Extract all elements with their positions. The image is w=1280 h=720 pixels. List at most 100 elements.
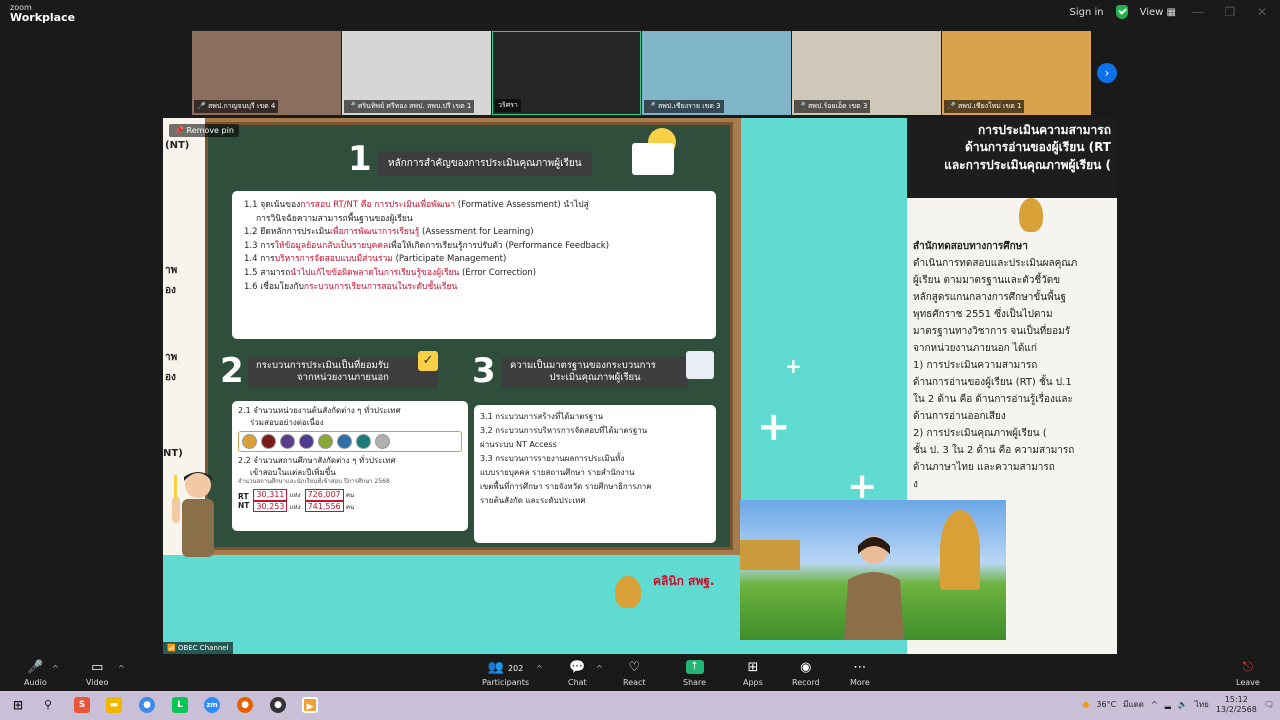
firefox-icon[interactable]: ● [237,697,253,713]
camera-icon: ▭ [91,660,104,675]
left-peek-text: อง [165,372,176,383]
audio-caret-icon[interactable]: ^ [52,664,59,673]
chat-caret-icon[interactable]: ^ [596,664,603,673]
chat-label: Chat [568,678,587,687]
participant-name-text: สพป.เชียงราย เขต 3 [657,102,721,110]
section1-item-text: 1.5 สามารถ [244,267,291,278]
nt-students: 741,556 [304,500,344,513]
right-body-line: ด้านการอ่านของผู้เรียน (RT) ชั้น ป.1 [913,377,1072,388]
audio-button[interactable]: 🎤 Audio [24,660,47,687]
participant-thumbnail[interactable]: 🎤 สพป.เชียงราย เขต 3 [642,31,791,115]
signin-link[interactable]: Sign in [1070,7,1104,18]
maximize-icon[interactable]: ❐ [1220,5,1240,19]
left-peek-text: าพ [165,265,178,276]
rt-school-unit: แห่ง [289,492,301,500]
participant-thumbnail[interactable]: 🎤 สพป.เชียงใหม่ เขต 1 [942,31,1091,115]
right-slide-header: การประเมินความสามารถ ด้านการอ่านของผู้เรี… [907,118,1117,198]
minimize-icon[interactable]: — [1188,5,1208,19]
section1-item-text: (Formative Assessment) นำไปสู่ [455,200,589,210]
active-app-icon[interactable]: ▶ [302,697,318,713]
mic-muted-icon: 🎤 [647,102,658,110]
chat-button[interactable]: 💬 Chat [568,660,587,687]
section3-number: 3 [472,351,496,391]
participant-thumbnail[interactable]: 🎤 ศรินทิพย์ ศรีทอง สพป. สพบ.ปรี เขต 1 [342,31,491,115]
app-s-icon[interactable]: S [74,697,90,713]
participants-caret-icon[interactable]: ^ [536,664,543,673]
right-body-line: พุทธศักราช 2551 ซึ่งเป็นไปตาม [913,309,1053,320]
record-button[interactable]: ◉ Record [792,660,820,687]
shared-screen: (NT) าพ อง าพ อง NT) 📌 Remove pin 1 หลัก… [163,118,1117,654]
presenter-video[interactable] [740,500,1006,640]
share-button[interactable]: ↑ Share [683,660,706,687]
section3-line: 3.2 กระบวนการบริหารการจัดสอบที่ได้มาตรฐา… [480,426,648,435]
section1-item-text: (Participate Management) [392,254,507,265]
right-body-line: สำนักทดสอบทางการศึกษา [913,241,1028,252]
participant-name: 🎤 สพป.เชียงราย เขต 3 [644,100,724,113]
right-body-line: ใน 2 ด้าน คือ ด้านการอ่านรู้เรื่องและ [913,394,1073,405]
language-indicator[interactable]: ไทย [1195,698,1209,711]
section3-line: 3.1 กระบวนการสร้างที่ได้มาตรฐาน [480,412,604,421]
section1-item-text: การสอบ RT/NT คือ การประเมินเพื่อพัฒนา [300,200,456,210]
left-peek-nt: (NT) [165,140,190,151]
nt-student-unit: คน [346,503,355,511]
right-body-line: ด้านภาษาไทย และความสามารถ [913,462,1055,473]
view-button[interactable]: View ▦ [1140,7,1176,18]
video-button[interactable]: ▭ Video [86,660,108,687]
line-icon[interactable]: L [172,697,188,713]
right-body-line: 2) การประเมินคุณภาพผู้เรียน ( [913,428,1047,439]
participants-button[interactable]: 👥 202 Participants [482,660,529,687]
search-icon[interactable]: ⚲ [40,697,56,713]
section1-item-text: ให้ข้อมูลย้อนกลับเป็นรายบุคคล [274,240,389,251]
record-icon: ◉ [800,660,812,675]
participant-thumbnail[interactable]: วริศรา [492,31,641,115]
section3-line: ผ่านระบบ NT Access [480,440,557,449]
close-icon[interactable]: ✕ [1252,5,1272,19]
tray-chevron-icon[interactable]: ^ [1151,700,1158,709]
network-icon[interactable]: ▂ [1165,700,1171,709]
remove-pin-button[interactable]: 📌 Remove pin [169,124,239,137]
participant-thumbnail[interactable]: 🎤 สพป.ร้อยเอ็ด เขต 3 [792,31,941,115]
video-label: Video [86,678,109,687]
volume-icon[interactable]: 🔊 [1178,700,1188,709]
obs-icon[interactable]: ● [270,697,286,713]
shield-check-icon[interactable] [1115,5,1128,19]
mic-muted-icon: 🎤 [947,102,958,110]
section1-item: 1.5 สามารถนำไปแก้ไขข้อผิดพลาดในการเรียนร… [244,267,704,281]
left-peek-text: อง [165,285,176,296]
windows-taskbar: ⊞ ⚲ S ▬ ● L zm ● ● ▶ ● 36°C มีแดด ^ ▂ 🔊 … [0,691,1280,720]
agency-logo-icon [356,434,371,450]
chrome-icon[interactable]: ● [139,697,155,713]
participant-name: วริศรา [495,99,521,112]
more-label: More [850,678,870,687]
apps-button[interactable]: ⊞ Apps [743,660,763,687]
rt-schools: 30,311 [253,489,288,501]
notification-icon[interactable]: 🗨 [1264,700,1274,709]
participant-name-text: สพป.กาญจนบุรี เขต 4 [207,102,276,110]
participant-name-text: วริศรา [498,101,518,109]
section1-item-text: 1.6 เชื่อมโยงกับ [244,281,304,292]
remove-pin-label: Remove pin [186,126,234,135]
clinic-logo: คลินิก สพฐ. [653,574,715,588]
section1-card: 1.1 จุดเน้นของการสอบ RT/NT คือ การประเมิ… [232,191,716,339]
folder-icon[interactable]: ▬ [106,697,122,713]
participant-name-text: สพป.เชียงใหม่ เขต 1 [957,102,1022,110]
windows-start-icon[interactable]: ⊞ [10,697,26,713]
video-caret-icon[interactable]: ^ [118,664,125,673]
obec-seal-icon [1019,198,1043,232]
agency-logo-icon [242,434,257,450]
next-page-icon[interactable]: › [1097,63,1117,83]
section1-item-text: 1.2 ยึดหลักการประเมิน [244,227,331,238]
agency-logos [238,431,462,453]
leave-button[interactable]: ⎋ Leave [1236,660,1260,687]
section1-item: 1.3 การให้ข้อมูลย้อนกลับเป็นรายบุคคลเพื่… [244,240,704,254]
section1-item-text: เพื่อให้เกิดการเรียนรู้การปรับตัว (Perfo… [388,240,610,251]
participant-thumbnail[interactable]: 🎤 สพป.กาญจนบุรี เขต 4 [192,31,341,115]
section3-line: รายต้นสังกัด และระดับประเทศ [480,496,586,505]
more-button[interactable]: ⋯ More [850,660,870,687]
zoom-taskbar-icon[interactable]: zm [204,697,220,713]
weather-temp[interactable]: 36°C [1096,700,1116,709]
right-slide-body: สำนักทดสอบทางการศึกษา ดำเนินการทดสอบและปร… [913,238,1117,493]
react-button[interactable]: ♡ React [623,660,646,687]
taskbar-clock[interactable]: 15:12 13/2/2568 [1216,695,1257,714]
right-body-line: จากหน่วยงานภายนอก ได้แก่ [913,343,1037,354]
